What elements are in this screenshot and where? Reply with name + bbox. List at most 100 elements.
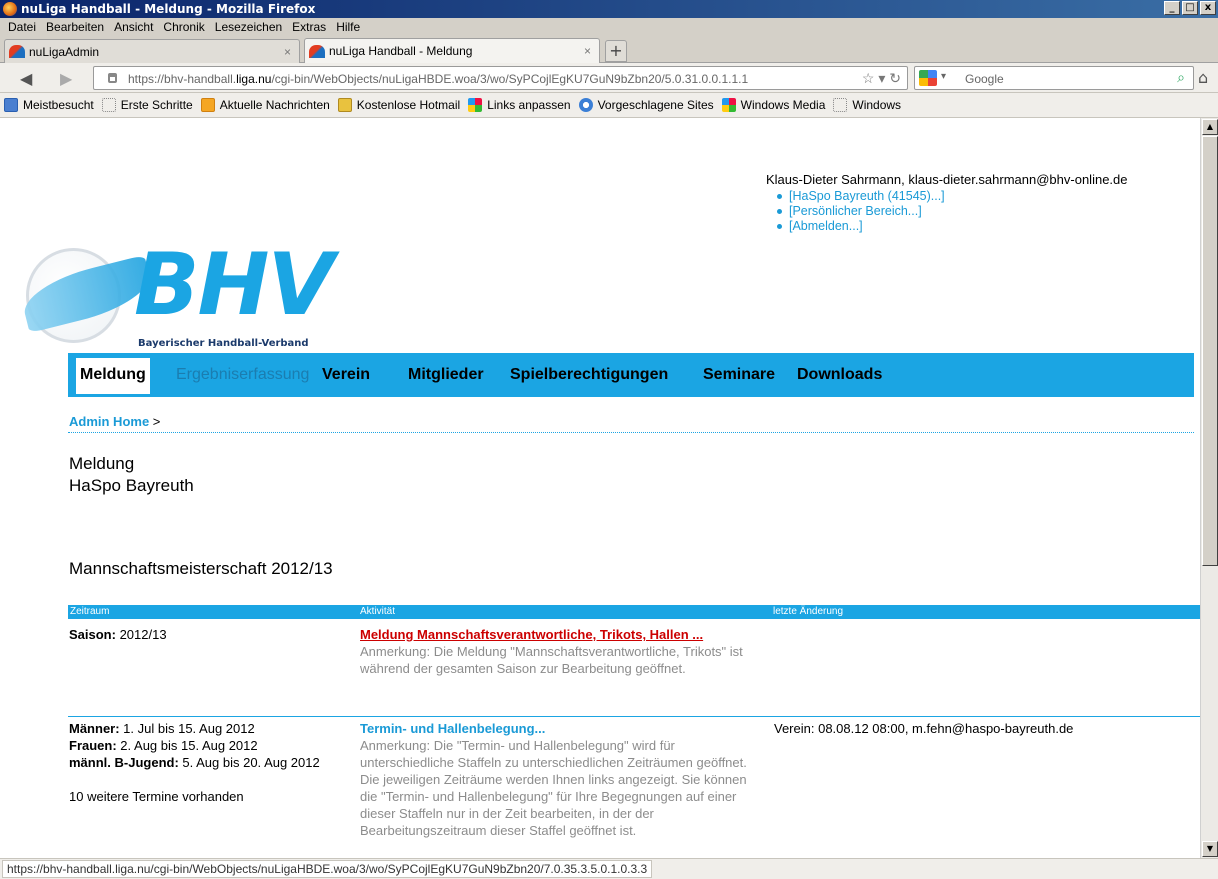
chevron-down-icon[interactable]: ▾ bbox=[941, 71, 946, 82]
bookmark-meistbesucht[interactable]: Meistbesucht bbox=[4, 98, 94, 112]
bookmark-aktuelle-nachrichten[interactable]: Aktuelle Nachrichten bbox=[200, 98, 330, 112]
page-icon bbox=[101, 98, 116, 112]
col-zeitraum: Zeitraum bbox=[70, 606, 110, 617]
tab-bar: nuLigaAdmin × nuLiga Handball - Meldung … bbox=[0, 37, 1218, 63]
menu-bearbeiten[interactable]: Bearbeiten bbox=[42, 18, 110, 37]
menu-datei[interactable]: Datei bbox=[4, 18, 42, 37]
google-icon[interactable] bbox=[919, 70, 937, 86]
home-icon[interactable]: ⌂ bbox=[1198, 68, 1208, 87]
value-saison: 2012/13 bbox=[115, 627, 167, 642]
link-termin-hallenbelegung[interactable]: Termin- und Hallenbelegung... bbox=[360, 720, 750, 737]
bookmark-label: Vorgeschlagene Sites bbox=[597, 98, 714, 112]
firefox-icon bbox=[3, 2, 17, 16]
rss-icon bbox=[200, 98, 215, 112]
close-button[interactable]: x bbox=[1200, 1, 1216, 15]
search-icon[interactable]: ⌕ bbox=[1177, 69, 1185, 86]
tab-label: nuLigaAdmin bbox=[29, 44, 100, 59]
bookmark-label: Aktuelle Nachrichten bbox=[219, 98, 330, 112]
status-bar: https://bhv-handball.liga.nu/cgi-bin/Web… bbox=[0, 858, 1218, 879]
nuliga-favicon-icon bbox=[9, 45, 25, 58]
window-controls: _ □ x bbox=[1164, 1, 1216, 15]
user-box: Klaus-Dieter Sahrmann, klaus-dieter.sahr… bbox=[766, 172, 1128, 234]
lock-icon bbox=[108, 73, 117, 83]
nav-spielberechtigungen[interactable]: Spielberechtigungen bbox=[510, 366, 668, 384]
menu-bar: Datei Bearbeiten Ansicht Chronik Lesezei… bbox=[0, 18, 1218, 37]
logo-text: BHV bbox=[134, 235, 334, 335]
bookmark-label: Kostenlose Hotmail bbox=[356, 98, 461, 112]
period-value: 1. Jul bis 15. Aug 2012 bbox=[119, 721, 255, 736]
windows-icon bbox=[468, 98, 483, 112]
search-input[interactable]: ▾ Google ⌕ bbox=[914, 66, 1194, 90]
menu-hilfe[interactable]: Hilfe bbox=[332, 18, 366, 37]
scroll-thumb[interactable] bbox=[1202, 136, 1218, 566]
bookmark-windows[interactable]: Windows bbox=[833, 98, 901, 112]
period-b-jugend: männl. B-Jugend: 5. Aug bis 20. Aug 2012 bbox=[69, 754, 354, 771]
row2-note: Anmerkung: Die "Termin- und Hallenbelegu… bbox=[360, 738, 747, 838]
window-titlebar[interactable]: nuLiga Handball - Meldung - Mozilla Fire… bbox=[0, 0, 1218, 18]
url-bar[interactable]: https://bhv-handball.liga.nu/cgi-bin/Web… bbox=[93, 66, 908, 90]
period-label: männl. B-Jugend: bbox=[69, 755, 179, 770]
bookmark-label: Meistbesucht bbox=[23, 98, 94, 112]
row1-zeitraum: Saison: 2012/13 bbox=[69, 626, 167, 643]
link-verein[interactable]: [HaSpo Bayreuth (41545)...] bbox=[777, 189, 1128, 204]
nav-verein[interactable]: Verein bbox=[322, 366, 370, 384]
period-value: 5. Aug bis 20. Aug 2012 bbox=[178, 755, 320, 770]
row-divider bbox=[68, 716, 1200, 717]
period-frauen: Frauen: 2. Aug bis 15. Aug 2012 bbox=[69, 737, 354, 754]
menu-chronik[interactable]: Chronik bbox=[159, 18, 210, 37]
bookmark-hotmail[interactable]: Kostenlose Hotmail bbox=[337, 98, 461, 112]
bookmark-label: Windows Media bbox=[740, 98, 826, 112]
minimize-button[interactable]: _ bbox=[1164, 1, 1180, 15]
maximize-button[interactable]: □ bbox=[1182, 1, 1198, 15]
user-name: Klaus-Dieter Sahrmann, klaus-dieter.sahr… bbox=[766, 172, 1128, 187]
vertical-scrollbar[interactable]: ▲ ▼ bbox=[1200, 118, 1218, 858]
link-meldung-mannschaftsverantwortliche[interactable]: Meldung Mannschaftsverantwortliche, Trik… bbox=[360, 626, 750, 643]
breadcrumb-separator: > bbox=[152, 414, 161, 429]
bookmark-label: Links anpassen bbox=[487, 98, 571, 112]
logo-subtitle: Bayerischer Handball-Verband bbox=[138, 338, 309, 349]
nav-ergebniserfassung[interactable]: Ergebniserfassung bbox=[176, 366, 309, 384]
forward-arrow-icon[interactable]: ▶ bbox=[60, 69, 72, 88]
bookmark-windows-media[interactable]: Windows Media bbox=[721, 98, 826, 112]
row1-note: Anmerkung: Die Meldung "Mannschaftsveran… bbox=[360, 644, 743, 676]
url-suffix: /cgi-bin/WebObjects/nuLigaHBDE.woa/3/wo/… bbox=[271, 72, 749, 86]
page-title-line1: Meldung bbox=[69, 454, 135, 473]
tab-close-icon[interactable]: × bbox=[584, 44, 591, 58]
menu-ansicht[interactable]: Ansicht bbox=[110, 18, 159, 37]
bookmark-vorgeschlagene-sites[interactable]: Vorgeschlagene Sites bbox=[578, 98, 714, 112]
status-url: https://bhv-handball.liga.nu/cgi-bin/Web… bbox=[2, 860, 653, 878]
row2-activity: Termin- und Hallenbelegung... Anmerkung:… bbox=[360, 720, 750, 839]
link-persoenlicher-bereich[interactable]: [Persönlicher Bereich...] bbox=[777, 204, 1128, 219]
tab-meldung[interactable]: nuLiga Handball - Meldung × bbox=[304, 38, 600, 63]
period-value: 2. Aug bis 15. Aug 2012 bbox=[116, 738, 258, 753]
col-letzte-aenderung: letzte Änderung bbox=[773, 606, 844, 617]
breadcrumb: Admin Home > bbox=[69, 414, 160, 429]
new-tab-button[interactable]: + bbox=[605, 40, 627, 62]
search-placeholder: Google bbox=[965, 72, 1004, 86]
windows-icon bbox=[721, 98, 736, 112]
tab-close-icon[interactable]: × bbox=[284, 45, 291, 59]
menu-lesezeichen[interactable]: Lesezeichen bbox=[211, 18, 288, 37]
page-icon bbox=[833, 98, 848, 112]
back-arrow-icon[interactable]: ◀ bbox=[20, 69, 32, 88]
navigation-bar: ◀ ▶ https://bhv-handball.liga.nu/cgi-bin… bbox=[0, 63, 1218, 93]
nav-meldung[interactable]: Meldung bbox=[76, 358, 150, 394]
scroll-up-icon[interactable]: ▲ bbox=[1202, 119, 1218, 135]
link-abmelden[interactable]: [Abmelden...] bbox=[777, 219, 1128, 234]
tab-nuligaadmin[interactable]: nuLigaAdmin × bbox=[4, 39, 300, 63]
nav-mitglieder[interactable]: Mitglieder bbox=[408, 366, 484, 384]
menu-extras[interactable]: Extras bbox=[288, 18, 332, 37]
bhv-logo[interactable]: BHV Bayerischer Handball-Verband bbox=[18, 235, 367, 352]
nav-downloads[interactable]: Downloads bbox=[797, 366, 882, 384]
page-content: Klaus-Dieter Sahrmann, klaus-dieter.sahr… bbox=[0, 118, 1200, 858]
nuliga-favicon-icon bbox=[309, 44, 325, 58]
nav-seminare[interactable]: Seminare bbox=[703, 366, 775, 384]
url-bar-icons[interactable]: ☆ ▾ ↻ bbox=[862, 70, 901, 87]
scroll-down-icon[interactable]: ▼ bbox=[1202, 841, 1218, 857]
folder-icon bbox=[4, 98, 18, 112]
bookmark-erste-schritte[interactable]: Erste Schritte bbox=[101, 98, 193, 112]
label-saison: Saison: bbox=[69, 627, 116, 642]
breadcrumb-admin-home[interactable]: Admin Home bbox=[69, 414, 149, 429]
period-label: Frauen: bbox=[69, 738, 117, 753]
bookmark-links-anpassen[interactable]: Links anpassen bbox=[468, 98, 571, 112]
